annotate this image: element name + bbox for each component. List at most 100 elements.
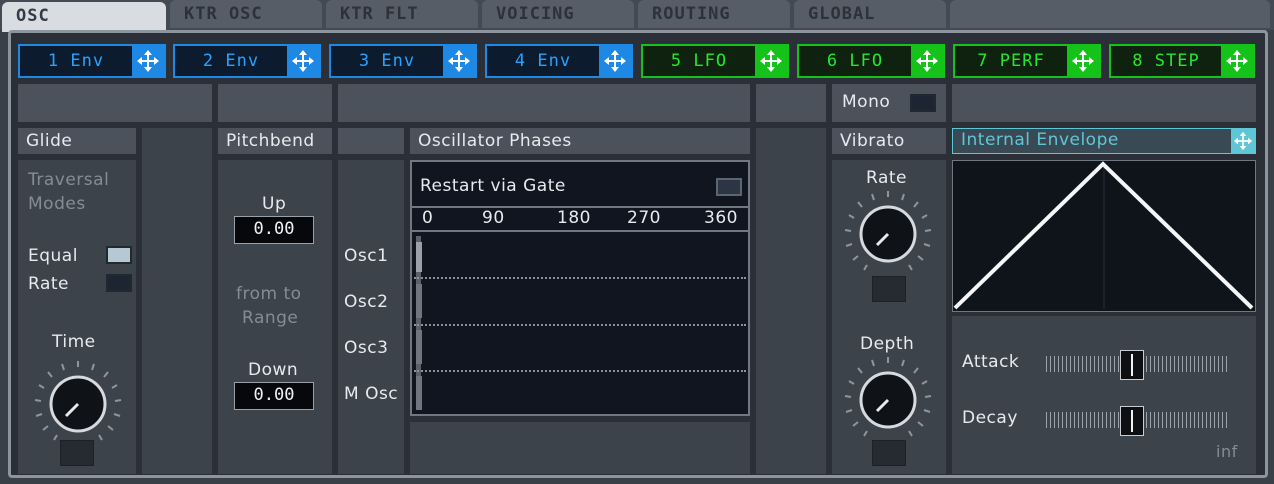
phases-panel: Restart via Gate 0 90 180 270 360 — [410, 160, 750, 416]
drag-move-icon[interactable] — [443, 46, 475, 76]
vibrato-title: Vibrato — [832, 128, 946, 154]
phase-scale: 0 90 180 270 360 — [412, 206, 748, 232]
mod-button-label: 3 Env — [358, 51, 416, 71]
phase-scale-tick: 180 — [557, 208, 591, 228]
drag-move-icon[interactable] — [599, 46, 631, 76]
vibrato-depth-mod-slot[interactable] — [872, 440, 906, 466]
mod-slot-strip[interactable] — [18, 84, 212, 122]
glide-time-mod-slot[interactable] — [60, 440, 94, 466]
pitchbend-down-value[interactable]: 0.00 — [234, 382, 314, 410]
attack-label: Attack — [962, 352, 1020, 372]
equal-radio[interactable] — [106, 246, 132, 264]
mod-button-3-env[interactable]: 3 Env — [329, 44, 477, 78]
internal-envelope-title: Internal Envelope — [961, 130, 1119, 150]
decay-label: Decay — [962, 408, 1018, 428]
traversal-modes-line1: Traversal — [28, 170, 110, 190]
pitchbend-down-label: Down — [248, 360, 299, 380]
tab-routing[interactable]: ROUTING — [638, 0, 790, 28]
pitchbend-title: Pitchbend — [218, 128, 332, 154]
tab-ktr-osc[interactable]: KTR OSC — [170, 0, 322, 28]
envelope-controls-panel: Attack Decay inf — [952, 316, 1256, 474]
decay-slider-thumb[interactable] — [1120, 406, 1144, 436]
tab-ktr-flt[interactable]: KTR FLT — [326, 0, 478, 28]
phase-row-divider — [414, 277, 746, 279]
pitchbend-range-line1: from to — [236, 284, 302, 304]
mod-button-8-step[interactable]: 8 STEP — [1109, 44, 1255, 78]
mod-slot-strip[interactable] — [338, 84, 750, 122]
envelope-display — [952, 160, 1256, 312]
mod-button-2-env[interactable]: 2 Env — [173, 44, 321, 78]
drag-move-icon[interactable] — [755, 46, 787, 76]
mod-button-4-env[interactable]: 4 Env — [485, 44, 633, 78]
mod-button-6-lfo[interactable]: 6 LFO — [797, 44, 945, 78]
mono-label: Mono — [842, 92, 891, 112]
vibrato-rate-label: Rate — [866, 168, 907, 188]
vibrato-rate-mod-slot[interactable] — [872, 276, 906, 302]
drag-move-icon[interactable] — [1067, 46, 1099, 76]
osc-label-column: Osc1 Osc2 Osc3 M Osc — [338, 160, 404, 474]
rate-label: Rate — [28, 274, 69, 294]
mod-button-7-perf[interactable]: 7 PERF — [953, 44, 1101, 78]
pitchbend-up-value[interactable]: 0.00 — [234, 216, 314, 244]
mod-button-1-env[interactable]: 1 Env — [18, 44, 166, 78]
phase-row-label: Osc1 — [344, 246, 389, 266]
osc1-phase-slider[interactable] — [416, 242, 422, 272]
pitchbend-up-label: Up — [262, 194, 287, 214]
mod-button-label: 2 Env — [202, 51, 260, 71]
vibrato-depth-knob[interactable] — [842, 354, 934, 446]
glide-time-knob[interactable] — [32, 358, 124, 450]
drag-move-icon[interactable] — [1221, 46, 1253, 76]
vibrato-panel: Rate Depth — [832, 160, 946, 474]
phases-footer — [410, 422, 750, 474]
glide-mod-column — [142, 128, 212, 474]
drag-move-icon[interactable] — [132, 46, 164, 76]
mod-button-label: 1 Env — [47, 51, 105, 71]
tab-global[interactable]: GLOBAL — [794, 0, 946, 28]
mod-button-label: 8 STEP — [1132, 51, 1200, 71]
mod-slot-strip[interactable] — [218, 84, 332, 122]
internal-envelope-header: Internal Envelope — [952, 128, 1256, 154]
glide-panel: Traversal Modes Equal Rate Time — [18, 160, 136, 474]
time-label: Time — [52, 332, 96, 352]
tab-voicing[interactable]: VOICING — [482, 0, 634, 28]
phase-row-label: Osc3 — [344, 338, 389, 358]
drag-move-icon[interactable] — [287, 46, 319, 76]
mono-strip: Mono — [832, 84, 946, 122]
vibrato-rate-knob[interactable] — [842, 188, 934, 280]
vibrato-mod-column — [756, 128, 826, 474]
attack-slider-thumb[interactable] — [1120, 350, 1144, 380]
drag-move-icon[interactable] — [911, 46, 943, 76]
attack-slider[interactable] — [1046, 350, 1230, 380]
mono-checkbox[interactable] — [910, 94, 936, 112]
osc2-phase-slider[interactable] — [416, 284, 422, 318]
tab-bar: OSC KTR OSC KTR FLT VOICING ROUTING GLOB… — [0, 0, 1274, 32]
glide-title: Glide — [18, 128, 136, 154]
vibrato-depth-label: Depth — [860, 334, 915, 354]
mosc-phase-slider[interactable] — [416, 376, 422, 410]
phase-row-divider — [414, 324, 746, 326]
rate-radio[interactable] — [106, 274, 132, 292]
phase-scale-tick: 90 — [482, 208, 505, 228]
mod-slot-strip[interactable] — [756, 84, 826, 122]
phases-title: Oscillator Phases — [410, 128, 750, 154]
phase-row-divider — [414, 370, 746, 372]
pitchbend-panel: Up 0.00 from to Range Down 0.00 — [218, 160, 332, 474]
mod-button-label: 7 PERF — [977, 51, 1045, 71]
restart-via-gate-checkbox[interactable] — [716, 178, 742, 196]
tab-osc[interactable]: OSC — [2, 2, 166, 32]
mod-button-label: 6 LFO — [826, 51, 884, 71]
traversal-modes-line2: Modes — [28, 194, 86, 214]
decay-slider[interactable] — [1046, 406, 1230, 436]
phase-row-label: M Osc — [344, 384, 399, 404]
mod-button-label: 5 LFO — [670, 51, 728, 71]
tab-empty — [950, 0, 1270, 28]
pitchbend-range-line2: Range — [242, 308, 299, 328]
phase-scale-tick: 270 — [627, 208, 661, 228]
mod-slot-strip[interactable] — [952, 84, 1256, 122]
osc3-phase-slider[interactable] — [416, 330, 422, 364]
restart-via-gate-label: Restart via Gate — [420, 176, 566, 196]
mod-button-5-lfo[interactable]: 5 LFO — [641, 44, 789, 78]
phase-scale-tick: 360 — [704, 208, 738, 228]
equal-label: Equal — [28, 246, 78, 266]
drag-move-icon[interactable] — [1231, 129, 1255, 153]
